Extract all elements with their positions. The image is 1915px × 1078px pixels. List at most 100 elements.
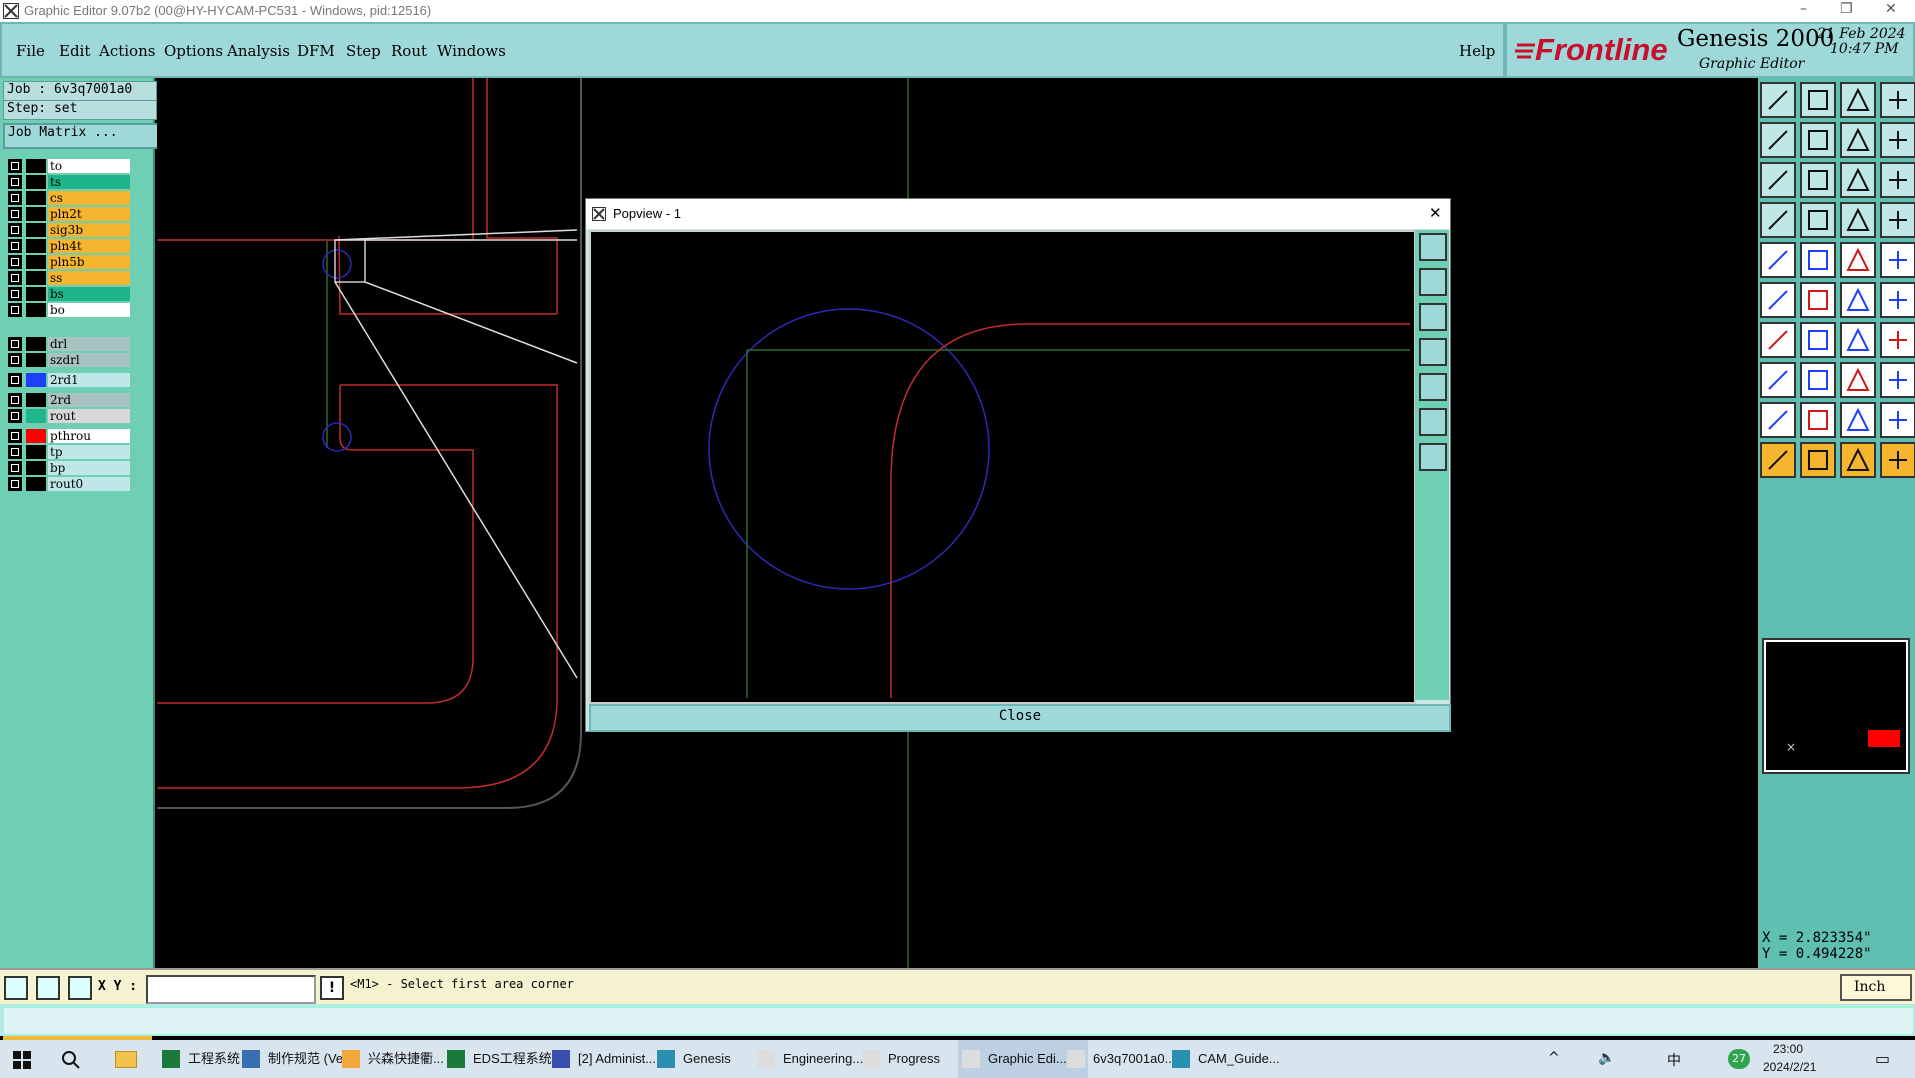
layer-color-swatch[interactable] bbox=[26, 271, 46, 285]
layer-name[interactable]: pthrou bbox=[48, 429, 130, 443]
move-right-icon[interactable] bbox=[1800, 122, 1836, 158]
split-icon[interactable] bbox=[1880, 322, 1915, 358]
layer-row[interactable]: ss bbox=[8, 270, 130, 285]
layer-name[interactable]: sig3b bbox=[48, 223, 130, 237]
restore-button[interactable]: ❐ bbox=[1840, 1, 1853, 17]
tray-expand-icon[interactable]: ^ bbox=[1548, 1050, 1560, 1066]
layer-checkbox[interactable] bbox=[8, 223, 22, 237]
notification-badge[interactable]: 27 bbox=[1728, 1049, 1750, 1069]
layer-color-swatch[interactable] bbox=[26, 477, 46, 491]
layer-name[interactable]: pln4t bbox=[48, 239, 130, 253]
command-input[interactable] bbox=[3, 1007, 1914, 1035]
job-matrix-button[interactable]: Job Matrix ... bbox=[3, 123, 159, 149]
scale-icon[interactable] bbox=[1840, 162, 1876, 198]
snap-icon[interactable] bbox=[4, 976, 28, 1000]
layer-name[interactable]: tp bbox=[48, 445, 130, 459]
layer-color-swatch[interactable] bbox=[26, 239, 46, 253]
layer-name[interactable]: bp bbox=[48, 461, 130, 475]
layer-checkbox[interactable] bbox=[8, 445, 22, 459]
menu-edit[interactable]: Edit bbox=[59, 42, 90, 60]
layer-checkbox[interactable] bbox=[8, 287, 22, 301]
measure-icon[interactable] bbox=[36, 976, 60, 1000]
pointer-node-icon[interactable] bbox=[1880, 442, 1915, 478]
copy-icon[interactable] bbox=[1840, 122, 1876, 158]
layer-checkbox[interactable] bbox=[8, 477, 22, 491]
layer-name[interactable]: 2rd bbox=[48, 393, 130, 407]
pointer-box-icon[interactable] bbox=[1800, 442, 1836, 478]
layer-color-swatch[interactable] bbox=[26, 191, 46, 205]
popview-close-icon[interactable]: ✕ bbox=[1429, 204, 1442, 222]
popview-zoom-out-icon[interactable] bbox=[1419, 408, 1447, 436]
layer-row[interactable]: 2rd bbox=[8, 392, 130, 407]
layer-color-swatch[interactable] bbox=[26, 159, 46, 173]
layer-row[interactable]: sig3b bbox=[8, 222, 130, 237]
arc-icon[interactable] bbox=[1840, 322, 1876, 358]
popview-pan-down-icon[interactable] bbox=[1419, 303, 1447, 331]
ime-indicator[interactable]: 中 bbox=[1667, 1050, 1681, 1070]
arc-tri-icon[interactable] bbox=[1800, 402, 1836, 438]
layer-row[interactable]: rout bbox=[8, 408, 130, 423]
layer-color-swatch[interactable] bbox=[26, 207, 46, 221]
layer-row[interactable]: szdrl bbox=[8, 352, 130, 367]
help-icon[interactable] bbox=[1880, 162, 1915, 198]
layer-down-icon[interactable] bbox=[1800, 82, 1836, 118]
sel-box-icon[interactable] bbox=[1760, 362, 1796, 398]
triangle-icon[interactable] bbox=[1760, 402, 1796, 438]
layer-checkbox[interactable] bbox=[8, 175, 22, 189]
resize-icon[interactable] bbox=[1880, 122, 1915, 158]
layer-checkbox[interactable] bbox=[8, 271, 22, 285]
pointer-circle-icon[interactable] bbox=[1840, 442, 1876, 478]
layer-name[interactable]: szdrl bbox=[48, 353, 130, 367]
popview-fit-icon[interactable] bbox=[1419, 443, 1447, 471]
windows-start-icon[interactable] bbox=[13, 1051, 31, 1069]
layer-row[interactable]: bo bbox=[8, 302, 130, 317]
layer-name[interactable]: pln5b bbox=[48, 255, 130, 269]
file-explorer-icon[interactable] bbox=[115, 1051, 137, 1068]
layer-color-swatch[interactable] bbox=[26, 223, 46, 237]
layer-name[interactable]: bs bbox=[48, 287, 130, 301]
zoom-fit-icon[interactable] bbox=[1760, 162, 1796, 198]
taskbar-app[interactable]: CAM_Guide... bbox=[1168, 1040, 1298, 1078]
menu-step[interactable]: Step bbox=[346, 42, 381, 60]
layer-checkbox[interactable] bbox=[8, 255, 22, 269]
pad-icon[interactable] bbox=[1880, 202, 1915, 238]
search-icon[interactable] bbox=[62, 1051, 80, 1069]
layer-checkbox[interactable] bbox=[8, 409, 22, 423]
layer-color-swatch[interactable] bbox=[26, 429, 46, 443]
units-dropdown[interactable]: Inch bbox=[1840, 974, 1912, 1001]
menu-options[interactable]: Options bbox=[164, 42, 223, 60]
layer-row[interactable]: bp bbox=[8, 460, 130, 475]
layer-checkbox[interactable] bbox=[8, 239, 22, 253]
layer-name[interactable]: drl bbox=[48, 337, 130, 351]
layer-color-swatch[interactable] bbox=[26, 393, 46, 407]
layer-row[interactable]: cs bbox=[8, 190, 130, 205]
layer-checkbox[interactable] bbox=[8, 393, 22, 407]
layer-color-swatch[interactable] bbox=[26, 175, 46, 189]
line-red-icon[interactable] bbox=[1800, 322, 1836, 358]
line-icon[interactable] bbox=[1800, 242, 1836, 278]
grid-toggle-icon[interactable] bbox=[1800, 202, 1836, 238]
layer-row[interactable]: to bbox=[8, 158, 130, 173]
layer-name[interactable]: 2rd1 bbox=[48, 373, 130, 387]
layer-name[interactable]: to bbox=[48, 159, 130, 173]
layer-row[interactable]: pthrou bbox=[8, 428, 130, 443]
angle-icon[interactable] bbox=[1760, 322, 1796, 358]
notification-center-icon[interactable]: ▭ bbox=[1875, 1049, 1890, 1068]
measure-icon[interactable] bbox=[1840, 362, 1876, 398]
layer-name[interactable]: bo bbox=[48, 303, 130, 317]
layer-row[interactable]: pln5b bbox=[8, 254, 130, 269]
pan-icon[interactable] bbox=[1800, 162, 1836, 198]
menu-help[interactable]: Help bbox=[1459, 42, 1495, 60]
dot-icon[interactable] bbox=[1880, 242, 1915, 278]
xy-input[interactable] bbox=[146, 975, 316, 1004]
menu-rout[interactable]: Rout bbox=[391, 42, 427, 60]
move-icon[interactable] bbox=[1840, 282, 1876, 318]
layer-name[interactable]: ss bbox=[48, 271, 130, 285]
layer-checkbox[interactable] bbox=[8, 303, 22, 317]
move-left-icon[interactable] bbox=[1760, 122, 1796, 158]
pad-draw-icon[interactable] bbox=[1760, 242, 1796, 278]
layer-color-swatch[interactable] bbox=[26, 461, 46, 475]
volume-icon[interactable]: 🔈 bbox=[1598, 1050, 1615, 1066]
layer-name[interactable]: pln2t bbox=[48, 207, 130, 221]
layer-row[interactable]: bs bbox=[8, 286, 130, 301]
